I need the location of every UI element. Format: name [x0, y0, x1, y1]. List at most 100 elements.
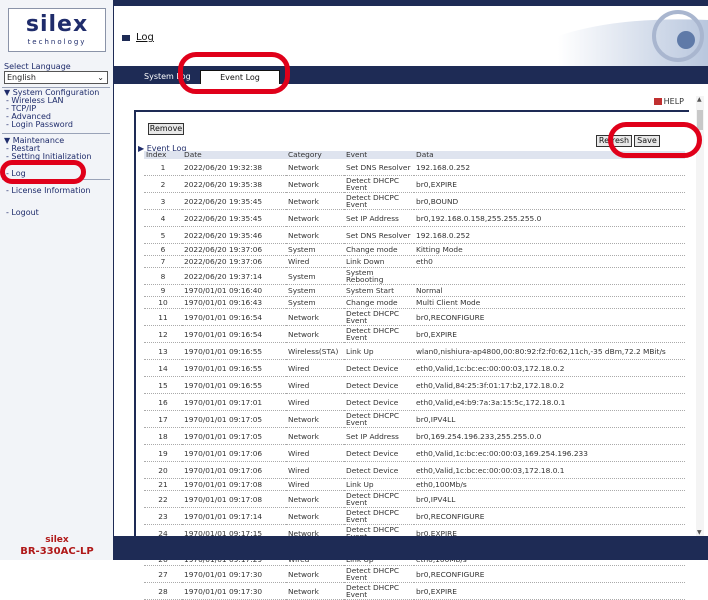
- cell-date: 2022/06/20 19:37:06: [182, 243, 286, 256]
- cell-index: 28: [144, 582, 182, 600]
- table-row: 7 2022/06/20 19:37:06 Wired Link Down eth0: [144, 255, 685, 268]
- sidebar-item-license-information[interactable]: - License Information: [4, 187, 110, 195]
- nav-config-head[interactable]: ▼ System Configuration: [4, 89, 110, 97]
- cell-data: 192.168.0.252: [414, 226, 685, 244]
- cell-event: Detect Device: [344, 359, 414, 377]
- table-row: 18 1970/01/01 09:17:05 Network Set IP Addre…: [144, 427, 685, 445]
- cell-event: Detect DHCPC Event: [344, 325, 414, 343]
- cell-date: 2022/06/20 19:32:38: [182, 159, 286, 176]
- cell-event: Set IP Address: [344, 427, 414, 445]
- scroll-thumb[interactable]: [697, 110, 703, 130]
- cell-data: br0,IPV4LL: [414, 490, 685, 508]
- table-row: 4 2022/06/20 19:35:45 Network Set IP Addres…: [144, 209, 685, 227]
- table-row: 23 1970/01/01 09:17:14 Network Detect DHCPC…: [144, 507, 685, 525]
- table-row: 3 2022/06/20 19:35:45 Network Detect DHCPC …: [144, 192, 685, 210]
- cell-index: 15: [144, 376, 182, 394]
- cell-data: br0,169.254.196.233,255.255.0.0: [414, 427, 685, 445]
- nav-config-section: ▼ System Configuration - Wireless LAN - …: [4, 89, 110, 129]
- log-grid-icon: [122, 35, 130, 41]
- cell-data: Kitting Mode: [414, 243, 685, 256]
- language-label: Select Language: [4, 62, 71, 71]
- refresh-button[interactable]: Refresh: [596, 135, 632, 147]
- cell-event: Detect DHCPC Event: [344, 490, 414, 508]
- cell-data: eth0,Valid,1c:bc:ec:00:00:03,172.18.0.2: [414, 359, 685, 377]
- cell-date: 1970/01/01 09:17:06: [182, 444, 286, 462]
- cell-date: 1970/01/01 09:17:05: [182, 427, 286, 445]
- cell-index: 11: [144, 308, 182, 326]
- sidebar-item-tcpip[interactable]: - TCP/IP: [4, 105, 110, 113]
- sidebar-item-advanced[interactable]: - Advanced: [4, 113, 110, 121]
- cell-index: 1: [144, 159, 182, 176]
- scroll-up-icon[interactable]: ▲: [697, 96, 702, 103]
- cell-category: Wired: [286, 359, 344, 377]
- tab-system-log[interactable]: System Log: [144, 70, 194, 84]
- cell-index: 7: [144, 255, 182, 268]
- cell-event: Change mode: [344, 243, 414, 256]
- table-row: 1 2022/06/20 19:32:38 Network Set DNS Resol…: [144, 159, 685, 176]
- save-button[interactable]: Save: [634, 135, 660, 147]
- cell-category: Network: [286, 159, 344, 176]
- language-value: English: [7, 73, 36, 82]
- help-link[interactable]: HELP: [653, 97, 684, 106]
- cell-index: 22: [144, 490, 182, 508]
- nav-logout-section: - Logout: [4, 209, 110, 217]
- cell-category: Network: [286, 209, 344, 227]
- table-row: 21 1970/01/01 09:17:08 Wired Link Up eth0,10…: [144, 478, 685, 491]
- cell-category: System: [286, 296, 344, 309]
- cell-category: Wired: [286, 478, 344, 491]
- chevron-down-icon: ⌄: [97, 73, 104, 82]
- sidebar-item-login-password[interactable]: - Login Password: [4, 121, 110, 129]
- cell-data: br0,RECONFIGURE: [414, 507, 685, 525]
- cell-index: 27: [144, 565, 182, 583]
- cell-date: 2022/06/20 19:37:14: [182, 267, 286, 285]
- cell-data: br0,EXPIRE: [414, 325, 685, 343]
- cell-category: Wireless(STA): [286, 342, 344, 360]
- cell-event: Detect Device: [344, 393, 414, 411]
- cell-date: 1970/01/01 09:16:55: [182, 359, 286, 377]
- table-row: 14 1970/01/01 09:16:55 Wired Detect Device e…: [144, 359, 685, 377]
- table-row: 28 1970/01/01 09:17:30 Network Detect DHCPC…: [144, 582, 685, 600]
- cell-index: 3: [144, 192, 182, 210]
- sidebar-item-logout[interactable]: - Logout: [4, 209, 110, 217]
- cell-data: [414, 267, 685, 285]
- nav-maint-head[interactable]: ▼ Maintenance: [4, 137, 110, 145]
- cell-category: System: [286, 284, 344, 297]
- event-log-table: Index Date Category Event Data 1 2022/06/…: [144, 151, 685, 600]
- language-select[interactable]: English ⌄: [4, 71, 108, 84]
- cell-index: 2: [144, 175, 182, 193]
- remove-button[interactable]: Remove: [148, 123, 184, 135]
- cell-category: Network: [286, 192, 344, 210]
- tab-event-log[interactable]: Event Log: [200, 70, 280, 84]
- cell-index: 23: [144, 507, 182, 525]
- cell-category: Network: [286, 490, 344, 508]
- sidebar-item-restart[interactable]: - Restart: [4, 145, 110, 153]
- cell-event: Detect Device: [344, 376, 414, 394]
- cell-data: Multi Client Mode: [414, 296, 685, 309]
- sidebar-item-wireless-lan[interactable]: - Wireless LAN: [4, 97, 110, 105]
- cell-data: br0,RECONFIGURE: [414, 308, 685, 326]
- cell-date: 1970/01/01 09:16:54: [182, 308, 286, 326]
- cell-data: br0,IPV4LL: [414, 410, 685, 428]
- cell-category: Wired: [286, 376, 344, 394]
- cell-date: 1970/01/01 09:16:40: [182, 284, 286, 297]
- cell-index: 9: [144, 284, 182, 297]
- scroll-down-icon[interactable]: ▼: [697, 529, 702, 536]
- help-label: HELP: [663, 97, 684, 106]
- tab-bar: System Log Event Log: [114, 66, 708, 84]
- table-row: 6 2022/06/20 19:37:06 System Change mode Kit…: [144, 243, 685, 256]
- cell-event: Detect DHCPC Event: [344, 507, 414, 525]
- sidebar-item-log[interactable]: - Log: [4, 170, 110, 178]
- cell-category: System: [286, 243, 344, 256]
- sidebar-item-setting-initialization[interactable]: - Setting Initialization: [4, 153, 110, 161]
- cell-data: eth0,Valid,1c:bc:ec:00:00:03,169.254.196…: [414, 444, 685, 462]
- column-header-data: Data: [414, 151, 685, 159]
- table-row: 19 1970/01/01 09:17:06 Wired Detect Device e…: [144, 444, 685, 462]
- column-header-event: Event: [344, 151, 414, 159]
- content-scrollbar[interactable]: ▲ ▼: [696, 96, 704, 536]
- table-row: 17 1970/01/01 09:17:05 Network Detect DHCPC…: [144, 410, 685, 428]
- cell-index: 19: [144, 444, 182, 462]
- sidebar: silex technology Select Language English…: [0, 0, 114, 560]
- cell-date: 1970/01/01 09:17:14: [182, 507, 286, 525]
- cell-date: 1970/01/01 09:16:55: [182, 342, 286, 360]
- main-content: HELP Remove Refresh Save ▶ Event Log Ind…: [114, 84, 708, 600]
